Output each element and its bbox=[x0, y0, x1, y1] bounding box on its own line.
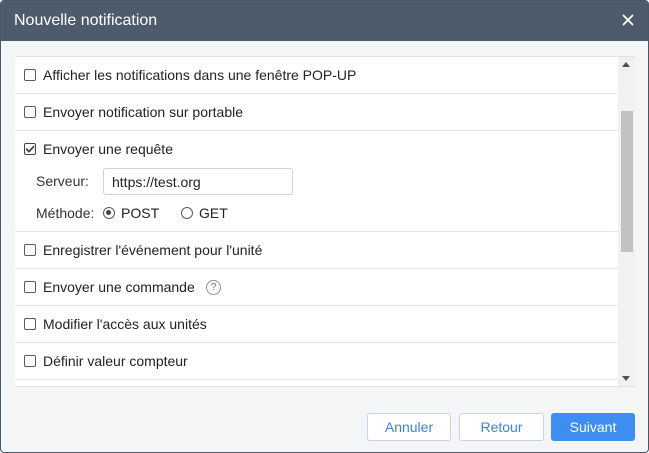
radio-get-label[interactable]: GET bbox=[199, 205, 228, 222]
close-icon[interactable] bbox=[618, 10, 638, 30]
action-label-request[interactable]: Envoyer une requête bbox=[43, 141, 173, 158]
action-row-mobile: Envoyer notification sur portable bbox=[15, 94, 618, 131]
radio-post[interactable] bbox=[103, 207, 115, 219]
action-row-access: Modifier l'accès aux unités bbox=[15, 306, 618, 343]
dialog-titlebar: Nouvelle notification bbox=[1, 1, 648, 41]
action-label-popup[interactable]: Afficher les notifications dans une fenê… bbox=[43, 67, 356, 84]
dialog-title: Nouvelle notification bbox=[14, 12, 158, 29]
radio-post-label[interactable]: POST bbox=[121, 205, 159, 222]
checkbox-popup[interactable] bbox=[24, 69, 36, 81]
checkbox-counter[interactable] bbox=[24, 355, 36, 367]
action-row-command: Envoyer une commande ? bbox=[15, 269, 618, 306]
actions-list: Afficher les notifications dans une fenê… bbox=[15, 57, 618, 380]
radio-get[interactable] bbox=[181, 207, 193, 219]
checkbox-request[interactable] bbox=[24, 143, 36, 155]
action-label-counter[interactable]: Définir valeur compteur bbox=[43, 353, 188, 370]
notification-dialog: Nouvelle notification Afficher les notif… bbox=[0, 0, 649, 453]
checkbox-command[interactable] bbox=[24, 281, 36, 293]
next-button[interactable]: Suivant bbox=[551, 413, 635, 441]
action-label-mobile[interactable]: Envoyer notification sur portable bbox=[43, 104, 243, 121]
action-row-counter: Définir valeur compteur bbox=[15, 343, 618, 380]
action-label-access[interactable]: Modifier l'accès aux unités bbox=[43, 316, 207, 333]
cancel-button[interactable]: Annuler bbox=[367, 413, 451, 441]
dialog-footer: Annuler Retour Suivant bbox=[1, 401, 648, 452]
checkbox-mobile[interactable] bbox=[24, 106, 36, 118]
action-label-command[interactable]: Envoyer une commande bbox=[43, 279, 195, 296]
checkbox-access[interactable] bbox=[24, 318, 36, 330]
back-button[interactable]: Retour bbox=[459, 413, 544, 441]
action-row-register-event: Enregistrer l'événement pour l'unité bbox=[15, 232, 618, 269]
server-label: Serveur: bbox=[36, 173, 89, 189]
question-circle-icon[interactable]: ? bbox=[206, 280, 221, 295]
action-label-register-event[interactable]: Enregistrer l'événement pour l'unité bbox=[43, 242, 262, 259]
scroll-up-icon[interactable] bbox=[622, 62, 630, 67]
checkmark-icon bbox=[25, 145, 35, 153]
server-input[interactable] bbox=[103, 168, 293, 195]
scrollbar-thumb[interactable] bbox=[621, 111, 633, 252]
scroll-down-icon[interactable] bbox=[622, 376, 630, 381]
vertical-scrollbar[interactable] bbox=[618, 57, 635, 386]
action-row-popup: Afficher les notifications dans une fenê… bbox=[15, 57, 618, 94]
action-row-request: Envoyer une requête Serveur: Méthode: PO… bbox=[15, 131, 618, 232]
method-label: Méthode: bbox=[36, 205, 95, 221]
actions-panel: Afficher les notifications dans une fenê… bbox=[15, 56, 635, 387]
checkbox-register-event[interactable] bbox=[24, 244, 36, 256]
